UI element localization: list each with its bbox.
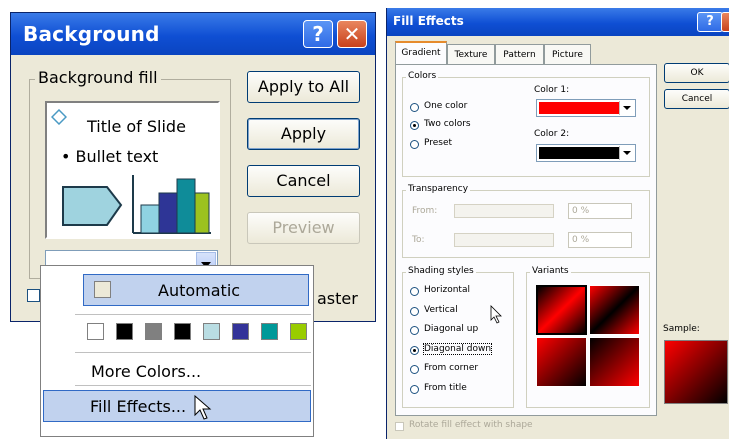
color-swatch[interactable] <box>203 323 220 340</box>
shading-styles-label: Shading styles <box>406 266 476 276</box>
color-swatch[interactable] <box>174 323 191 340</box>
shading-option-label: From title <box>424 382 467 393</box>
mouse-cursor-icon <box>490 305 502 324</box>
rotate-fill-checkbox[interactable] <box>395 422 404 431</box>
to-label: To: <box>412 235 425 245</box>
color-swatch[interactable] <box>232 323 249 340</box>
omit-master-checkbox[interactable] <box>27 289 40 302</box>
radio-shading-vertical[interactable] <box>410 306 419 316</box>
tab-texture[interactable]: Texture <box>447 44 495 64</box>
color-dropdown-menu: Automatic More Colors... Fill Effects... <box>40 265 314 437</box>
radio-shading-from-corner[interactable] <box>410 365 419 374</box>
dropdown-arrow-icon[interactable] <box>619 101 634 115</box>
colors-group-label: Colors <box>406 71 439 81</box>
color-swatch[interactable] <box>261 323 278 340</box>
variant-3[interactable] <box>536 337 587 387</box>
automatic-swatch <box>94 281 111 298</box>
preview-button[interactable]: Preview <box>247 212 360 244</box>
diamond-icon <box>51 109 67 125</box>
from-value: 0 % <box>572 206 590 216</box>
to-slider[interactable] <box>454 233 554 247</box>
color-swatch[interactable] <box>87 323 104 340</box>
to-spinner[interactable]: 0 % <box>568 232 632 248</box>
fill-effects-dialog: Fill Effects ? ✕ Gradient Texture Patter… <box>386 8 729 439</box>
radio-two-colors[interactable] <box>410 121 419 130</box>
variant-4[interactable] <box>589 337 640 387</box>
color-swatch[interactable] <box>145 323 162 340</box>
radio-preset[interactable] <box>410 140 419 149</box>
menu-divider <box>75 352 311 353</box>
mouse-cursor-icon <box>194 395 212 420</box>
radio-one-color[interactable] <box>410 103 419 112</box>
apply-to-all-button[interactable]: Apply to All <box>247 71 360 103</box>
shading-option-label: From corner <box>424 363 479 373</box>
cancel-button[interactable]: Cancel <box>664 89 729 109</box>
color-swatch-row <box>87 321 317 343</box>
shading-option-label: Diagonal down <box>422 342 493 355</box>
shading-option-label: Vertical <box>424 304 458 315</box>
color1-swatch <box>539 102 619 114</box>
ok-button[interactable]: OK <box>664 63 729 83</box>
fill-effects-option[interactable]: Fill Effects... <box>43 390 311 422</box>
radio-shading-horizontal[interactable] <box>410 287 419 296</box>
menu-divider <box>75 314 311 315</box>
more-colors-option[interactable]: More Colors... <box>91 362 201 381</box>
shading-option-label: Diagonal up <box>424 324 479 334</box>
color1-picker[interactable] <box>536 99 636 117</box>
from-label: From: <box>412 206 438 216</box>
tab-picture[interactable]: Picture <box>544 44 591 64</box>
cancel-button[interactable]: Cancel <box>247 165 360 197</box>
menu-divider <box>75 385 311 386</box>
from-slider[interactable] <box>454 204 554 218</box>
radio-shading-from-title[interactable] <box>410 384 419 394</box>
automatic-option[interactable]: Automatic <box>83 274 309 306</box>
color2-picker[interactable] <box>536 144 636 162</box>
help-button[interactable]: ? <box>303 20 333 48</box>
close-button[interactable]: ✕ <box>721 12 729 32</box>
variants-label: Variants <box>530 266 571 276</box>
tab-gradient[interactable]: Gradient <box>395 41 447 65</box>
automatic-label: Automatic <box>158 281 241 300</box>
transparency-group-label: Transparency <box>406 184 471 194</box>
preset-label: Preset <box>424 138 453 148</box>
color2-label: Color 2: <box>534 129 570 139</box>
fill-effects-label: Fill Effects... <box>90 397 187 416</box>
slide-preview: Title of Slide • Bullet text <box>45 101 220 239</box>
sample-preview <box>664 340 728 404</box>
preview-shapes-image <box>62 175 211 234</box>
sample-label: Sample: <box>663 324 700 334</box>
close-button[interactable]: ✕ <box>337 20 367 48</box>
background-dialog-title: Background <box>23 22 160 46</box>
radio-shading-diagonal-down[interactable] <box>410 345 419 355</box>
rotate-fill-label: Rotate fill effect with shape <box>409 420 533 430</box>
variant-1[interactable] <box>536 285 587 335</box>
color-swatch[interactable] <box>290 323 307 340</box>
tab-pattern[interactable]: Pattern <box>495 44 544 64</box>
variant-2[interactable] <box>589 285 640 335</box>
omit-master-label: aster <box>317 289 358 308</box>
radio-shading-diagonal-up[interactable] <box>410 326 419 335</box>
preview-bullet-text: • Bullet text <box>61 147 159 166</box>
background-fill-label: Background fill <box>35 68 161 87</box>
one-color-label: One color <box>424 101 468 111</box>
color2-swatch <box>539 147 619 159</box>
dropdown-arrow-icon[interactable] <box>619 146 634 160</box>
color-swatch[interactable] <box>116 323 133 340</box>
two-colors-label: Two colors <box>424 119 471 129</box>
preview-title-text: Title of Slide <box>87 117 186 136</box>
apply-button[interactable]: Apply <box>247 118 360 150</box>
color1-label: Color 1: <box>534 85 570 95</box>
gradient-panel: Colors One color Two colors Preset Color… <box>395 64 657 416</box>
from-spinner[interactable]: 0 % <box>568 203 632 219</box>
fill-effects-title: Fill Effects <box>393 14 464 28</box>
to-value: 0 % <box>572 235 590 245</box>
background-title-bar: Background ? ✕ <box>11 13 375 55</box>
help-button[interactable]: ? <box>697 12 723 32</box>
shading-option-label: Horizontal <box>424 285 470 295</box>
fill-effects-title-bar: Fill Effects ? ✕ <box>387 8 729 36</box>
